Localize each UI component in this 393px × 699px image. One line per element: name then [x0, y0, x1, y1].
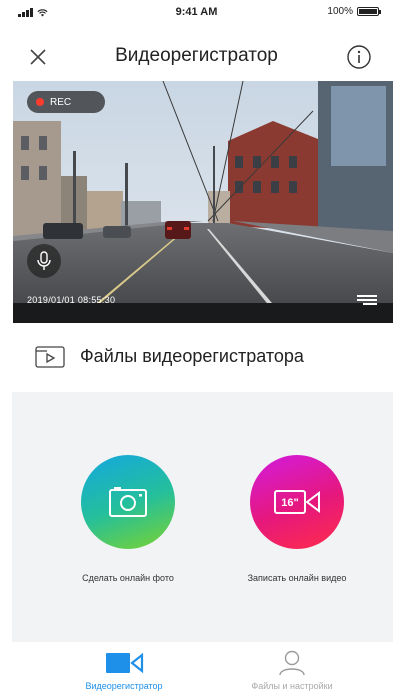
camera-icon — [109, 487, 147, 517]
nav-bar: Видеорегистратор — [0, 34, 393, 80]
record-video-label: Записать онлайн видео — [247, 573, 347, 583]
video-button-circle[interactable]: 16" — [250, 455, 344, 549]
files-link-label: Файлы видеорегистратора — [80, 346, 304, 366]
microphone-button[interactable] — [27, 244, 61, 278]
tab-dashcam[interactable]: Видеорегистратор — [54, 642, 194, 699]
tab-dashcam-label: Видеорегистратор — [85, 681, 163, 691]
battery-percent: 100% — [327, 6, 353, 17]
battery-icon — [357, 7, 381, 16]
tab-files-settings[interactable]: Файлы и настройки — [222, 642, 362, 699]
take-photo-button[interactable]: Сделать онлайн фото — [58, 455, 198, 583]
tab-bar: Видеорегистратор Файлы и настройки — [0, 642, 393, 699]
live-video-preview[interactable]: REC 2019/01/01 08:55:30 — [13, 81, 393, 323]
capture-actions-panel: Сделать онлайн фото 16" Записать онлайн … — [12, 392, 393, 642]
page-title: Видеорегистратор — [115, 45, 278, 66]
info-icon[interactable] — [346, 44, 372, 70]
microphone-icon — [37, 251, 51, 270]
video-camera-icon: 16" — [274, 490, 320, 514]
rec-label: REC — [50, 96, 72, 108]
rec-dot-icon — [36, 98, 44, 106]
rec-indicator[interactable]: REC — [27, 91, 105, 113]
take-photo-label: Сделать онлайн фото — [82, 573, 174, 583]
tab-files-settings-label: Файлы и настройки — [251, 681, 333, 691]
photo-button-circle[interactable] — [81, 455, 175, 549]
video-timestamp: 2019/01/01 08:55:30 — [27, 295, 116, 305]
files-link[interactable]: Файлы видеорегистратора — [0, 334, 393, 380]
camera-logo-stamp — [357, 295, 377, 305]
person-icon — [279, 650, 305, 676]
status-bar: 9:41 AM 100% — [0, 0, 393, 26]
record-video-button[interactable]: 16" Записать онлайн видео — [227, 455, 367, 583]
dashcam-icon — [106, 652, 144, 674]
video-file-icon — [35, 346, 65, 368]
street-scene-image — [13, 81, 393, 323]
video-duration-badge: 16" — [281, 497, 298, 509]
battery-indicator: 100% — [327, 6, 381, 17]
